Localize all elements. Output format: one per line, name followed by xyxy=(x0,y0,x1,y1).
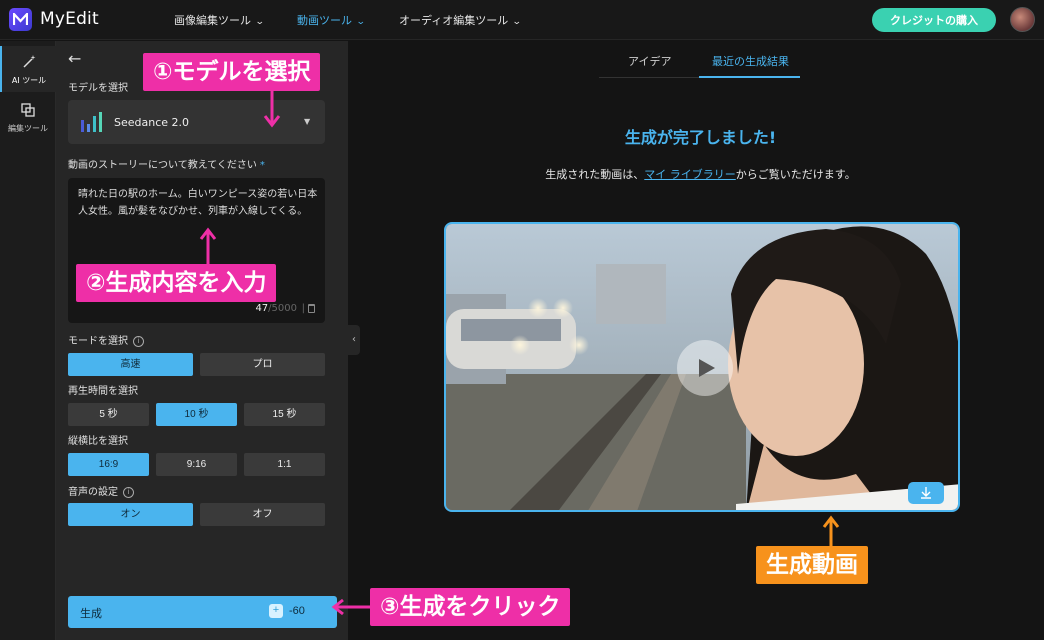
credit-cost: -60 xyxy=(289,605,305,617)
char-counter: 47/5000 xyxy=(255,303,297,314)
nav-video-tools[interactable]: 動画ツール ⌄ xyxy=(297,12,366,28)
nav-audio-tools[interactable]: オーディオ編集ツール ⌄ xyxy=(399,12,522,28)
counter-divider: | xyxy=(301,303,305,314)
completion-subtitle: 生成された動画は、マイ ライブラリーからご覧いただけます。 xyxy=(0,166,1044,182)
left-arrow-icon xyxy=(331,598,370,616)
generate-button[interactable]: 生成 + -60 xyxy=(68,596,337,628)
ratio-16-9-button[interactable]: 16:9 xyxy=(68,453,149,476)
generated-video-player[interactable] xyxy=(444,222,960,512)
trash-icon[interactable] xyxy=(308,304,315,313)
ratio-1-1-button[interactable]: 1:1 xyxy=(244,453,325,476)
active-tab-underline xyxy=(699,76,800,78)
buy-credits-button[interactable]: クレジットの購入 xyxy=(872,8,996,32)
nav-image-tools[interactable]: 画像編集ツール ⌄ xyxy=(174,12,265,28)
char-max: /5000 xyxy=(268,303,297,314)
tab-recent-results[interactable]: 最近の生成結果 xyxy=(712,53,789,69)
mode-label-text: モードを選択 xyxy=(68,336,128,347)
char-count: 47 xyxy=(255,303,269,314)
up-arrow-icon xyxy=(199,227,217,266)
app-name[interactable]: MyEdit xyxy=(40,9,99,29)
callout-generated-video: 生成動画 xyxy=(756,546,868,584)
nav-label: 動画ツール xyxy=(297,14,352,27)
audio-section-label: 音声の設定 i xyxy=(68,483,134,498)
myedit-logo-icon[interactable] xyxy=(9,8,32,31)
callout-select-model: ①モデルを選択 xyxy=(143,53,321,91)
tab-ideas[interactable]: アイデア xyxy=(628,53,671,69)
top-bar: MyEdit 画像編集ツール ⌄ 動画ツール ⌄ オーディオ編集ツール ⌄ クレジット… xyxy=(0,0,1044,40)
chevron-down-icon: ⌄ xyxy=(512,17,522,27)
my-library-link[interactable]: マイ ライブラリー xyxy=(644,168,736,181)
ratio-section-label: 縦横比を選択 xyxy=(68,436,128,447)
down-arrow-icon xyxy=(263,91,281,128)
model-section-label: モデルを選択 xyxy=(68,83,128,94)
callout-enter-content: ②生成内容を入力 xyxy=(76,264,277,302)
avatar[interactable] xyxy=(1010,7,1035,32)
info-icon[interactable]: i xyxy=(133,335,144,347)
rail-item-ai-tools[interactable]: AI ツール xyxy=(0,46,56,92)
audio-on-button[interactable]: オン xyxy=(68,503,193,526)
callout-click-generate: ③生成をクリック xyxy=(370,588,571,626)
collapse-panel-chevron-icon[interactable]: ‹ xyxy=(348,325,360,355)
ratio-9-16-button[interactable]: 9:16 xyxy=(156,453,237,476)
chevron-down-icon: ⌄ xyxy=(254,17,265,27)
info-icon[interactable]: i xyxy=(123,486,134,498)
download-icon[interactable] xyxy=(908,482,944,504)
mode-pro-button[interactable]: プロ xyxy=(200,353,325,376)
nav-label: 画像編集ツール xyxy=(174,14,251,27)
audio-label-text: 音声の設定 xyxy=(68,487,118,498)
credit-icon: + xyxy=(269,604,283,618)
up-arrow-icon xyxy=(822,515,840,548)
magic-wand-icon xyxy=(23,55,36,68)
duration-15s-button[interactable]: 15 秒 xyxy=(244,403,325,426)
play-icon[interactable] xyxy=(677,340,733,396)
story-text: 晴れた日の駅のホーム。白いワンピース姿の若い日本人女性。風が髪をなびかせ、列車が… xyxy=(78,189,318,217)
completion-title: 生成が完了しました! xyxy=(624,128,777,147)
rail-label: AI ツール xyxy=(11,76,47,85)
crop-icon xyxy=(21,103,35,117)
nav-label: オーディオ編集ツール xyxy=(399,14,509,27)
back-arrow-icon[interactable]: ← xyxy=(68,49,81,68)
duration-section-label: 再生時間を選択 xyxy=(68,386,138,397)
duration-10s-button[interactable]: 10 秒 xyxy=(156,403,237,426)
mode-fast-button[interactable]: 高速 xyxy=(68,353,193,376)
audio-off-button[interactable]: オフ xyxy=(200,503,325,526)
result-tabs: アイデア 最近の生成結果 xyxy=(599,44,800,78)
subtitle-text: からご覧いただけます。 xyxy=(735,168,856,181)
duration-5s-button[interactable]: 5 秒 xyxy=(68,403,149,426)
chevron-down-icon: ⌄ xyxy=(355,17,366,27)
mode-section-label: モードを選択 i xyxy=(68,332,144,347)
generate-label: 生成 xyxy=(80,608,102,620)
subtitle-text: 生成された動画は、 xyxy=(545,168,645,181)
